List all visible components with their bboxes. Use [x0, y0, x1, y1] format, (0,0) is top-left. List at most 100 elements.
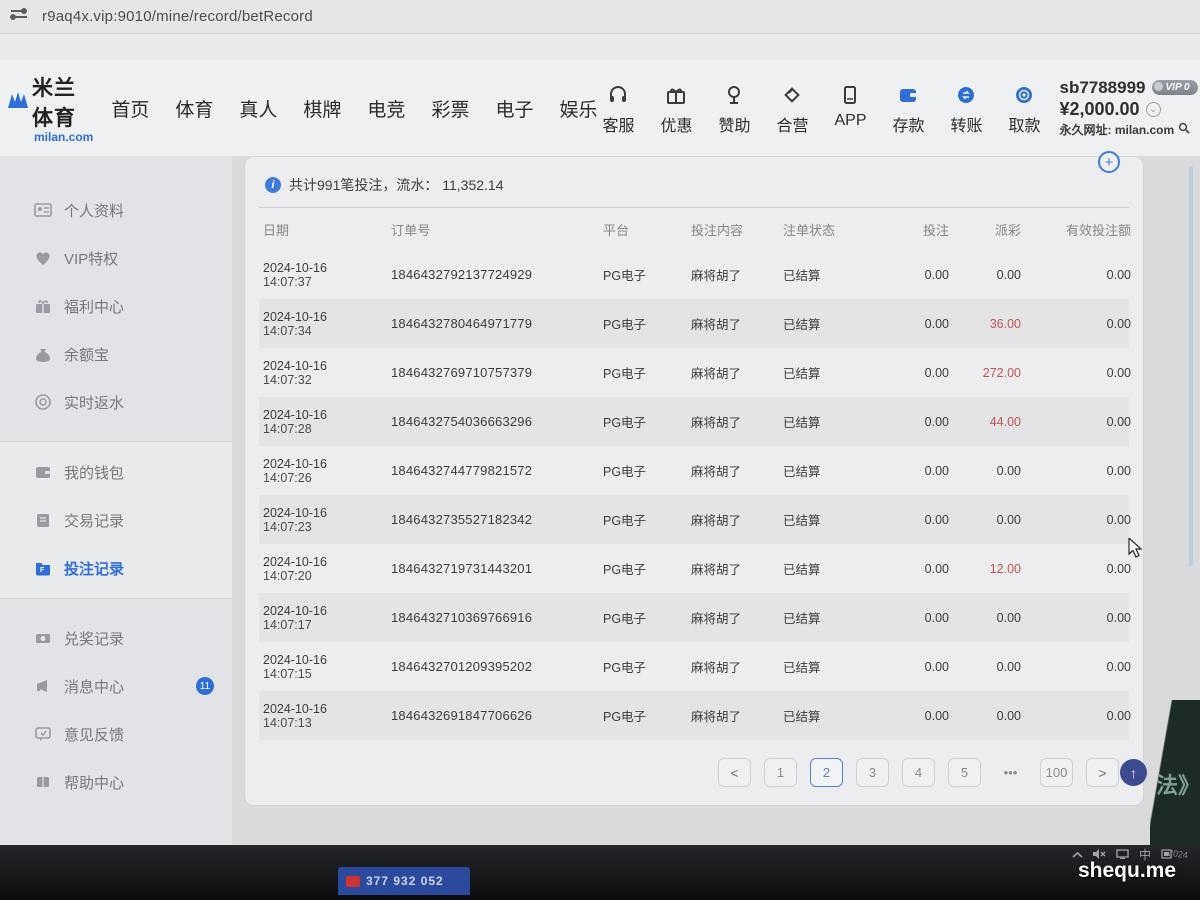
account-info[interactable]: sb7788999 VIP 0 ¥2,000.00 ⌄ 永久网址: milan.… [1059, 78, 1200, 139]
cell-payout: 0.00 [949, 660, 1021, 674]
page-button-1[interactable]: 1 [764, 758, 797, 787]
cell-payout: 0.00 [949, 513, 1021, 527]
sidebar-item-transaction[interactable]: 交易记录 [0, 496, 232, 544]
bet-record-card: i 共计991笔投注，流水： 11,352.14 日期订单号平台投注内容注单状态… [244, 156, 1144, 806]
cell-platform: PG电子 [603, 363, 691, 382]
scrollbar[interactable] [1189, 166, 1193, 566]
cell-date-time: 14:07:20 [263, 569, 391, 583]
sidebar-item-gift-box[interactable]: 福利中心 [0, 282, 232, 330]
page-button-5[interactable]: 5 [948, 758, 981, 787]
quick-action-3[interactable]: 合营 [771, 81, 813, 136]
page-button-4[interactable]: 4 [902, 758, 935, 787]
headset-icon [603, 81, 633, 109]
logo-subtitle: milan.com [34, 130, 93, 144]
page-button-2[interactable]: 2 [810, 758, 843, 787]
nav-item-5[interactable]: 彩票 [431, 95, 469, 122]
nav-item-1[interactable]: 体育 [175, 95, 213, 122]
expand-button[interactable]: + [1098, 151, 1120, 173]
table-row[interactable]: 2024-10-1614:07:261846432744779821572PG电… [259, 446, 1129, 495]
balance-dropdown-icon[interactable]: ⌄ [1146, 102, 1161, 117]
cell-date: 2024-10-1614:07:23 [263, 506, 391, 534]
page-button-3[interactable]: 3 [856, 758, 889, 787]
nav-item-6[interactable]: 电子 [495, 95, 533, 122]
cell-date-day: 2024-10-16 [263, 702, 391, 716]
sidebar-item-id-card[interactable]: 个人资料 [0, 186, 232, 234]
site-permissions-icon[interactable] [10, 7, 28, 26]
summary-bar: i 共计991笔投注，流水： 11,352.14 [259, 167, 1129, 208]
svg-text:F: F [40, 567, 45, 574]
cell-date-day: 2024-10-16 [263, 604, 391, 618]
url-text[interactable]: r9aq4x.vip:9010/mine/record/betRecord [42, 8, 313, 25]
wallet2-icon [34, 463, 52, 481]
sidebar-item-help[interactable]: 帮助中心 [0, 758, 232, 806]
cell-date: 2024-10-1614:07:26 [263, 457, 391, 485]
quick-action-5[interactable]: 存款 [887, 81, 929, 136]
nav-item-0[interactable]: 首页 [111, 95, 149, 122]
quick-action-6[interactable]: 转账 [945, 81, 987, 136]
cell-platform: PG电子 [603, 608, 691, 627]
cell-content: 麻将胡了 [691, 363, 783, 382]
quick-action-label: 存款 [892, 112, 924, 136]
cell-date: 2024-10-1614:07:28 [263, 408, 391, 436]
cell-date-day: 2024-10-16 [263, 555, 391, 569]
page-next-button[interactable]: > [1086, 758, 1119, 787]
sidebar-item-label: 帮助中心 [64, 772, 124, 793]
sidebar-item-vip-heart[interactable]: VIP特权 [0, 234, 232, 282]
table-row[interactable]: 2024-10-1614:07:201846432719731443201PG电… [259, 544, 1129, 593]
cell-status: 已结算 [783, 265, 881, 284]
diamond-icon [777, 81, 807, 109]
quick-action-label: 转账 [950, 112, 982, 136]
sidebar-item-wallet2[interactable]: 我的钱包 [0, 448, 232, 496]
cell-bet: 0.00 [881, 562, 949, 576]
table-row[interactable]: 2024-10-1614:07:281846432754036663296PG电… [259, 397, 1129, 446]
nav-item-4[interactable]: 电竞 [367, 95, 405, 122]
sidebar-item-money-bag[interactable]: 余额宝 [0, 330, 232, 378]
table-row[interactable]: 2024-10-1614:07:231846432735527182342PG电… [259, 495, 1129, 544]
cell-bet: 0.00 [881, 513, 949, 527]
phone-icon [835, 81, 865, 109]
nav-item-7[interactable]: 娱乐 [559, 95, 597, 122]
sidebar-group-0: 个人资料 VIP特权福利中心余额宝实时返水 [0, 180, 232, 432]
col-header-valid: 有效投注额 [1021, 220, 1131, 239]
watermark: shequ.me [1078, 859, 1176, 883]
quick-action-7[interactable]: 取款 [1003, 81, 1045, 136]
quick-action-1[interactable]: 优惠 [655, 81, 697, 136]
back-to-top-button[interactable]: ↑ [1120, 759, 1147, 786]
table-row[interactable]: 2024-10-1614:07:151846432701209395202PG电… [259, 642, 1129, 691]
background-window[interactable]: 377 932 052 [338, 867, 470, 895]
sidebar-item-label: 我的钱包 [64, 462, 124, 483]
sidebar-item-rebate[interactable]: 实时返水 [0, 378, 232, 426]
table-row[interactable]: 2024-10-1614:07:341846432780464971779PG电… [259, 299, 1129, 348]
cell-bet: 0.00 [881, 317, 949, 331]
sidebar-item-bet-record[interactable]: F投注记录 [0, 544, 232, 592]
quick-action-0[interactable]: 客服 [597, 81, 639, 136]
table-row[interactable]: 2024-10-1614:07:371846432792137724929PG电… [259, 250, 1129, 299]
nav-item-3[interactable]: 棋牌 [303, 95, 341, 122]
quick-action-2[interactable]: 赞助 [713, 81, 755, 136]
nav-item-2[interactable]: 真人 [239, 95, 277, 122]
site-logo[interactable]: 米兰体育 milan.com [8, 72, 93, 144]
wallet-icon [893, 81, 923, 109]
sidebar-item-message[interactable]: 消息中心11 [0, 662, 232, 710]
sidebar-item-feedback[interactable]: 意见反馈 [0, 710, 232, 758]
sidebar-item-prize[interactable]: 兑奖记录 [0, 614, 232, 662]
page-prev-button[interactable]: < [718, 758, 751, 787]
search-icon[interactable] [1178, 121, 1190, 139]
sidebar-item-label: 个人资料 [64, 200, 124, 221]
background-window-icon [346, 876, 360, 887]
cell-bet: 0.00 [881, 611, 949, 625]
table-row[interactable]: 2024-10-1614:07:131846432691847706626PG电… [259, 691, 1129, 740]
sidebar-item-label: 交易记录 [64, 510, 124, 531]
table-row[interactable]: 2024-10-1614:07:321846432769710757379PG电… [259, 348, 1129, 397]
table-row[interactable]: 2024-10-1614:07:171846432710369766916PG电… [259, 593, 1129, 642]
page-ellipsis: ••• [994, 758, 1027, 787]
site-header: 米兰体育 milan.com 首页体育真人棋牌电竞彩票电子娱乐 客服优惠赞助合营… [0, 60, 1200, 156]
page-button-100[interactable]: 100 [1040, 758, 1073, 787]
cell-date-day: 2024-10-16 [263, 408, 391, 422]
cell-content: 麻将胡了 [691, 559, 783, 578]
bet-record-icon: F [34, 559, 52, 577]
cell-date-time: 14:07:37 [263, 275, 391, 289]
browser-url-bar[interactable]: r9aq4x.vip:9010/mine/record/betRecord [0, 0, 1200, 34]
content: i 共计991笔投注，流水： 11,352.14 日期订单号平台投注内容注单状态… [240, 156, 1186, 845]
quick-action-4[interactable]: APP [829, 81, 871, 136]
